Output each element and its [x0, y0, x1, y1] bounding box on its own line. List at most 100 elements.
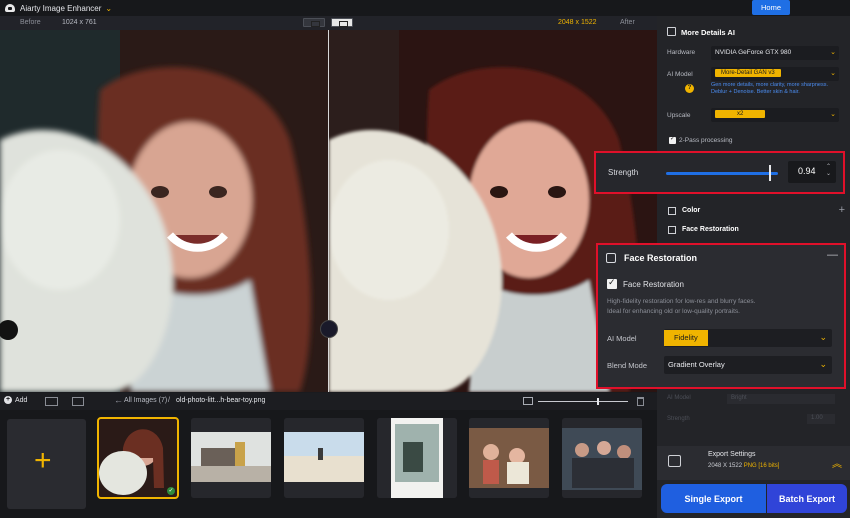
- export-meta: 2048 X 1522 PNG [16 bits]: [708, 463, 779, 469]
- face-restoration-desc-line-1: High-fidelity restoration for low-res an…: [607, 298, 756, 305]
- face-restoration-checkbox-label: Face Restoration: [623, 280, 684, 289]
- home-button[interactable]: Home: [752, 0, 790, 15]
- fr-ai-model-value: Fidelity: [664, 330, 708, 346]
- image-compare-canvas[interactable]: [0, 30, 657, 392]
- add-tile-plus-icon: +: [34, 444, 52, 477]
- face-restoration-description: High-fidelity restoration for low-res an…: [607, 297, 837, 317]
- blend-mode-select[interactable]: Gradient Overlay ⌄: [664, 356, 832, 374]
- ghost-ai-model-label: AI Model: [667, 395, 691, 401]
- upscale-chevron-down-icon: ⌄: [830, 111, 836, 118]
- ghost-strength-label: Strength: [667, 416, 690, 422]
- add-button[interactable]: + Add: [4, 396, 27, 404]
- filmstrip-toolbar: + Add ← All Images (7) / old-photo-litt.…: [0, 393, 657, 410]
- single-view-toggle-icon[interactable]: [303, 18, 325, 27]
- ghost-strength-value: 1.00: [807, 414, 835, 424]
- split-view-toggle-icon[interactable]: [331, 18, 353, 27]
- after-dimensions: 2048 x 1522: [558, 19, 597, 26]
- thumbnail-size-slider[interactable]: [538, 401, 628, 402]
- add-image-tile[interactable]: +: [7, 419, 86, 509]
- face-restoration-card-title: Face Restoration: [624, 253, 698, 263]
- after-label: After: [620, 19, 635, 26]
- strength-slider-handle[interactable]: [769, 165, 772, 181]
- strength-slider[interactable]: [666, 172, 778, 175]
- thumbnail-1-selected[interactable]: ✓: [97, 417, 179, 499]
- more-details-ai-title: More Details AI: [681, 28, 735, 37]
- before-image: [0, 30, 328, 392]
- face-restoration-section-title: Face Restoration: [682, 226, 739, 233]
- face-restoration-card-icon: [606, 253, 616, 263]
- face-restoration-icon: [668, 226, 676, 234]
- single-export-button[interactable]: Single Export: [661, 484, 766, 513]
- collapse-minus-icon[interactable]: —: [827, 249, 838, 261]
- strength-label: Strength: [608, 168, 639, 177]
- color-section-header[interactable]: Color +: [657, 203, 850, 219]
- upscale-select[interactable]: x2 ⌄: [711, 108, 839, 122]
- back-arrow-icon[interactable]: ←: [114, 395, 123, 405]
- two-pass-checkbox[interactable]: [669, 135, 676, 144]
- hardware-select[interactable]: NVIDIA GeForce GTX 980 ⌄: [711, 46, 839, 60]
- help-icon[interactable]: ?: [685, 84, 694, 93]
- upscale-label: Upscale: [667, 112, 691, 119]
- export-bits: [16 bits]: [758, 463, 780, 469]
- two-pass-label: 2-Pass processing: [679, 137, 733, 144]
- grid-view-icon[interactable]: [45, 397, 58, 406]
- face-restoration-card: Face Restoration — Face Restoration High…: [596, 243, 846, 389]
- view-header: Before 1024 x 761 2048 x 1522 After: [0, 16, 657, 30]
- selected-check-icon: ✓: [167, 487, 175, 495]
- thumbnail-5[interactable]: [469, 418, 549, 498]
- export-dims: 2048 X 1522: [708, 463, 743, 469]
- face-restoration-checkbox[interactable]: [607, 277, 617, 289]
- hardware-value: NVIDIA GeForce GTX 980: [715, 49, 792, 56]
- expand-up-chevron-icon[interactable]: ︽: [832, 455, 842, 470]
- thumbnail-6[interactable]: [562, 418, 642, 498]
- app-logo-icon: [4, 3, 16, 13]
- compare-drag-handle[interactable]: [320, 320, 338, 338]
- app-menu-chevron-icon[interactable]: ⌄: [105, 4, 112, 13]
- breadcrumb-current-file: old-photo-litt...h-bear-toy.png: [176, 397, 266, 404]
- thumbnail-3[interactable]: [284, 418, 364, 498]
- color-icon: [668, 207, 676, 215]
- breadcrumb-separator: /: [168, 397, 170, 404]
- strength-spinner-icon[interactable]: ⌃ ⌄: [826, 164, 831, 178]
- face-restoration-desc-line-2: Ideal for enhancing old or low-quality p…: [607, 308, 740, 315]
- ai-model-select[interactable]: More-Detail GAN v3 ⌄: [711, 67, 839, 81]
- thumbnail-size-slider-handle[interactable]: [597, 398, 600, 405]
- trash-icon[interactable]: [637, 397, 644, 406]
- breadcrumb-all-images[interactable]: All Images (7): [124, 397, 167, 404]
- ai-model-value: More-Detail GAN v3: [715, 69, 781, 77]
- thumbnail-2[interactable]: [191, 418, 271, 498]
- add-label: Add: [15, 396, 28, 404]
- strength-value-input[interactable]: 0.94 ⌃ ⌄: [788, 161, 836, 183]
- strength-control: Strength 0.94 ⌃ ⌄: [594, 151, 845, 194]
- blend-mode-value: Gradient Overlay: [668, 360, 725, 369]
- export-settings-bar[interactable]: Export Settings 2048 X 1522 PNG [16 bits…: [657, 446, 850, 480]
- upscale-value: x2: [715, 110, 766, 118]
- add-plus-icon: +: [4, 396, 12, 404]
- color-expand-icon[interactable]: +: [839, 204, 845, 216]
- strength-value: 0.94: [798, 166, 816, 176]
- filmstrip: + ✓: [0, 410, 657, 518]
- before-label: Before: [20, 19, 41, 26]
- face-restoration-section-header[interactable]: Face Restoration: [657, 222, 850, 238]
- app-title: Aiarty Image Enhancer: [20, 3, 102, 13]
- ghost-bright-select: Bright: [727, 394, 835, 404]
- thumbnail-4[interactable]: [377, 418, 457, 498]
- ai-model-chevron-down-icon: ⌄: [830, 70, 836, 77]
- blend-mode-label: Blend Mode: [607, 361, 648, 370]
- title-bar: Aiarty Image Enhancer ⌄ Home: [0, 0, 850, 16]
- blend-mode-chevron-down-icon: ⌄: [819, 359, 827, 369]
- export-settings-icon: [668, 455, 681, 467]
- image-size-icon: [523, 397, 533, 405]
- batch-export-button[interactable]: Batch Export: [767, 484, 847, 513]
- fr-ai-model-chevron-down-icon: ⌄: [819, 332, 827, 342]
- export-settings-title: Export Settings: [708, 451, 756, 458]
- list-view-icon[interactable]: [72, 397, 84, 406]
- color-section-title: Color: [682, 207, 701, 214]
- more-details-ai-icon: [667, 27, 676, 36]
- fr-ai-model-select[interactable]: Fidelity ⌄: [664, 329, 832, 347]
- export-format: PNG: [743, 463, 757, 469]
- ai-model-description: Gen more details, more clarity, more sha…: [711, 82, 828, 95]
- fr-ai-model-label: AI Model: [607, 334, 637, 343]
- hardware-chevron-down-icon: ⌄: [830, 49, 836, 56]
- ai-model-label: AI Model: [667, 71, 693, 78]
